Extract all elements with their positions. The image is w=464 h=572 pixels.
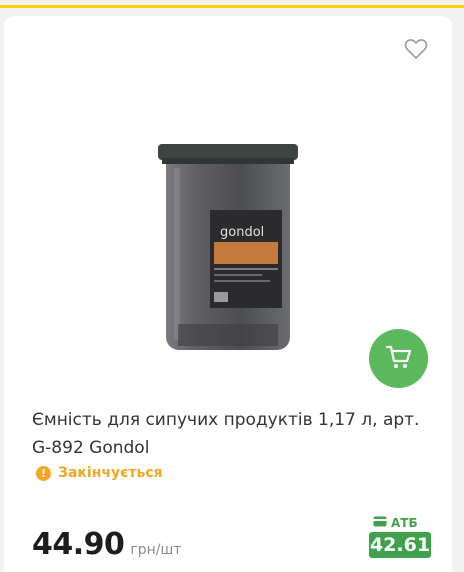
wallet-icon bbox=[373, 516, 387, 530]
product-image[interactable]: gondol bbox=[152, 124, 302, 360]
warning-icon: ! bbox=[36, 465, 51, 481]
price-unit: грн/шт bbox=[130, 542, 182, 558]
heart-outline-icon[interactable] bbox=[404, 38, 428, 60]
cart-icon bbox=[385, 345, 412, 373]
loyalty-label: АТБ bbox=[373, 516, 431, 530]
product-card[interactable]: gondol Ємність для сипучих продуктів 1,1… bbox=[4, 16, 452, 572]
stock-status: ! Закінчується bbox=[36, 465, 163, 481]
loyalty-price: 42.61 bbox=[369, 532, 431, 558]
loyalty-label-text: АТБ bbox=[391, 516, 418, 530]
top-accent-stripe bbox=[0, 0, 464, 9]
add-to-cart-button[interactable] bbox=[369, 329, 428, 388]
price-block: 44.90 грн/шт bbox=[32, 527, 181, 562]
loyalty-price-block: АТБ 42.61 bbox=[369, 516, 431, 558]
stock-status-text: Закінчується bbox=[58, 465, 163, 481]
price-value: 44.90 bbox=[32, 527, 125, 562]
brand-label: gondol bbox=[220, 225, 264, 240]
product-title-link[interactable]: Ємність для сипучих продуктів 1,17 л, ар… bbox=[32, 406, 432, 462]
